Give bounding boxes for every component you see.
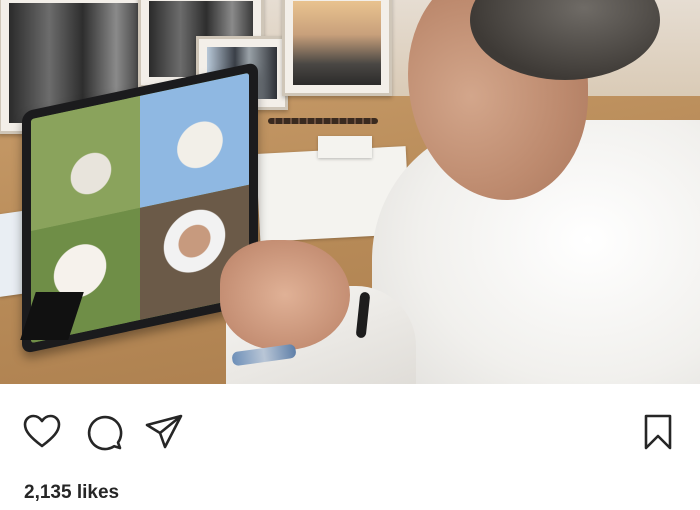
likes-count[interactable]: 2,135 likes — [24, 482, 119, 504]
comment-button[interactable] — [84, 412, 124, 452]
share-button[interactable] — [144, 412, 184, 452]
photo-hands — [220, 240, 350, 350]
heart-icon — [23, 414, 61, 448]
comment-icon — [87, 415, 123, 451]
save-button[interactable] — [638, 412, 678, 452]
send-icon — [145, 414, 183, 449]
photo-paper-small — [318, 136, 372, 158]
post-photo[interactable] — [0, 0, 700, 384]
like-button[interactable] — [22, 412, 62, 452]
photo-frame-portrait — [282, 0, 392, 96]
bookmark-icon — [644, 414, 672, 450]
post-action-bar — [0, 384, 700, 480]
photo-prayer-beads — [268, 118, 378, 124]
